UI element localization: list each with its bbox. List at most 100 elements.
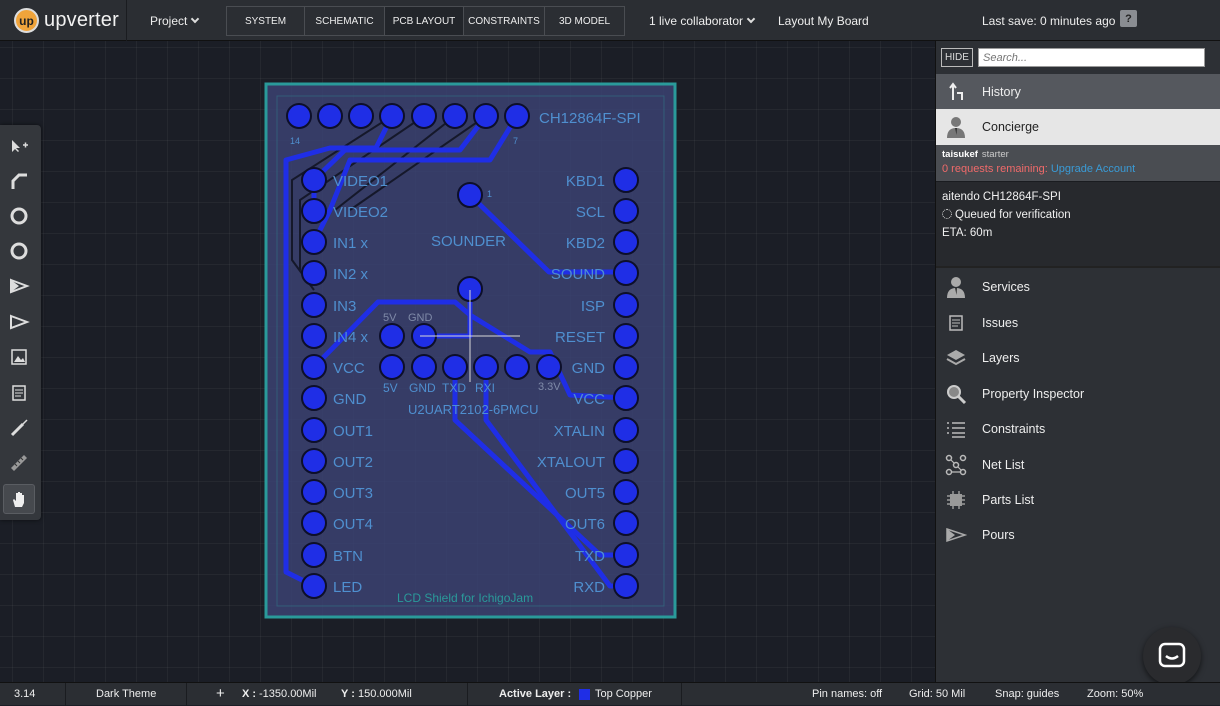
list-icon <box>945 418 967 440</box>
tab-constraints[interactable]: CONSTRAINTS <box>464 7 545 35</box>
pin-label: OUT6 <box>565 516 605 533</box>
pin-label: OUT5 <box>565 485 605 502</box>
pin-label: SOUND <box>551 266 605 283</box>
collaborators-menu[interactable]: 1 live collaborator <box>649 0 756 41</box>
keepout-tool[interactable] <box>3 307 35 337</box>
upgrade-account-link[interactable]: Upgrade Account <box>1051 163 1135 175</box>
help-button[interactable]: ? <box>1120 10 1137 27</box>
pad <box>613 385 639 411</box>
pad <box>301 542 327 568</box>
pad <box>301 510 327 536</box>
tab-3d-model[interactable]: 3D MODEL <box>545 7 624 35</box>
pad <box>613 292 639 318</box>
panel-divider <box>936 266 1220 268</box>
parts-list-label: Parts List <box>982 492 1035 507</box>
logo[interactable]: up upverter <box>0 0 127 41</box>
status-bar: 3.14 Dark Theme + X : -1350.00Mil Y : 15… <box>0 682 1220 706</box>
last-save-status: Last save: 0 minutes ago <box>982 13 1116 28</box>
pin-label: XTALOUT <box>537 454 605 471</box>
pin-7-label: 7 <box>513 136 518 146</box>
username: taisukef <box>942 149 978 160</box>
hide-button[interactable]: HIDE <box>941 48 973 67</box>
pad <box>348 103 374 129</box>
probe-tool[interactable] <box>3 413 35 443</box>
pad <box>504 103 530 129</box>
services-item[interactable]: Services <box>936 269 1220 304</box>
view-tabs: SYSTEM SCHEMATIC PCB LAYOUT CONSTRAINTS … <box>226 6 625 36</box>
pin-label: TXD <box>442 381 466 395</box>
pin-label: GND <box>408 312 433 324</box>
layer-color-swatch <box>579 689 590 700</box>
pin-label: GND <box>572 360 606 377</box>
pad <box>301 354 327 380</box>
pin-label: KBD1 <box>566 173 605 190</box>
hole-tool[interactable] <box>3 236 35 266</box>
person-icon <box>945 276 967 298</box>
silk-label: LCD Shield for IchigoJam <box>397 591 533 605</box>
route-tool[interactable] <box>3 166 35 196</box>
chat-launcher-button[interactable] <box>1143 627 1201 685</box>
pin-label: RXI <box>475 381 495 395</box>
pad <box>613 573 639 599</box>
net-list-item[interactable]: Net List <box>936 447 1220 482</box>
snap-setting[interactable]: Snap: guides <box>995 688 1059 700</box>
pin-label: VCC <box>333 360 365 377</box>
pad <box>301 323 327 349</box>
project-label: Project <box>150 13 188 28</box>
concierge-item[interactable]: Concierge <box>936 109 1220 145</box>
theme-toggle[interactable]: Dark Theme <box>96 688 156 700</box>
y-coordinate-label: Y : <box>341 688 355 700</box>
pad <box>473 103 499 129</box>
tab-system[interactable]: SYSTEM <box>227 7 305 35</box>
route-trace-icon <box>11 173 27 189</box>
keepout-icon <box>10 314 30 330</box>
pour-tool[interactable] <box>3 271 35 301</box>
project-menu[interactable]: Project <box>150 0 200 41</box>
pad <box>613 323 639 349</box>
issues-label: Issues <box>982 315 1019 330</box>
property-inspector-item[interactable]: Property Inspector <box>936 376 1220 411</box>
issues-item[interactable]: Issues <box>936 305 1220 340</box>
pcb-canvas[interactable]: CH12864F-SPI 14 7 VIDEO1 VIDEO2 IN1 x IN… <box>0 41 935 682</box>
pin-label: KBD2 <box>566 235 605 252</box>
active-layer-select[interactable]: Top Copper <box>595 688 652 700</box>
layers-item[interactable]: Layers <box>936 340 1220 375</box>
pad <box>613 198 639 224</box>
layout-my-board-link[interactable]: Layout My Board <box>778 0 869 41</box>
history-item[interactable]: History <box>936 74 1220 109</box>
pointer-plus-icon <box>12 140 28 152</box>
parts-list-item[interactable]: Parts List <box>936 482 1220 517</box>
pad <box>613 260 639 286</box>
history-icon <box>945 81 967 103</box>
pan-tool[interactable] <box>3 484 35 514</box>
concierge-notes[interactable]: aitendo CH12864F-SPI Queued for verifica… <box>936 181 1220 266</box>
zoom-setting[interactable]: Zoom: 50% <box>1087 688 1143 700</box>
search-input[interactable] <box>978 48 1205 67</box>
plan-label: starter <box>981 149 1009 160</box>
grid-setting[interactable]: Grid: 50 Mil <box>909 688 965 700</box>
divider <box>186 683 187 706</box>
tab-schematic[interactable]: SCHEMATIC <box>305 7 385 35</box>
pin-label: OUT2 <box>333 454 373 471</box>
top-bar: up upverter Project SYSTEM SCHEMATIC PCB… <box>0 0 1220 41</box>
text-tool[interactable] <box>3 378 35 408</box>
tab-pcb-layout[interactable]: PCB LAYOUT <box>385 7 464 35</box>
pin-label: IN2 x <box>333 266 369 283</box>
hand-icon <box>13 492 24 507</box>
measure-tool[interactable] <box>3 448 35 478</box>
crosshair-icon: + <box>216 685 225 702</box>
image-tool[interactable] <box>3 342 35 372</box>
select-tool[interactable] <box>3 131 35 161</box>
uart-small-labels: 5V GND <box>383 312 433 324</box>
pin-label: BTN <box>333 548 363 565</box>
image-icon <box>11 349 27 365</box>
pad <box>301 292 327 318</box>
pad <box>301 479 327 505</box>
pcb-board[interactable]: CH12864F-SPI 14 7 VIDEO1 VIDEO2 IN1 x IN… <box>0 41 935 682</box>
pin-names-toggle[interactable]: Pin names: off <box>812 688 882 700</box>
via-tool[interactable] <box>3 201 35 231</box>
pad <box>613 354 639 380</box>
pours-label: Pours <box>982 527 1015 542</box>
constraints-item[interactable]: Constraints <box>936 411 1220 446</box>
pours-item[interactable]: Pours <box>936 517 1220 552</box>
